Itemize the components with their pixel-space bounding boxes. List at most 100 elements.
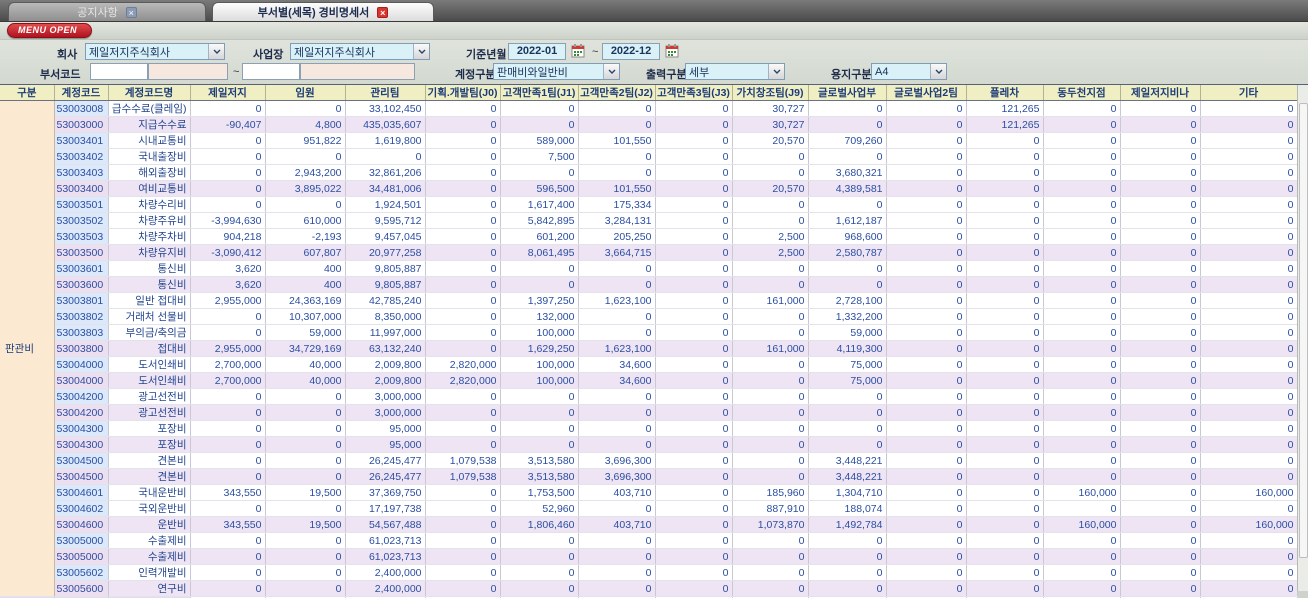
cell[interactable]: 161,000	[732, 340, 809, 357]
cell[interactable]: 160,000	[1200, 516, 1298, 533]
table-row[interactable]: 53005000 수출제비 0 0 61,023,713 0 0 0 0 0 0 0 0 0 0 0	[0, 548, 1298, 565]
cell[interactable]: 0	[190, 452, 266, 469]
cell[interactable]: 100,000	[500, 324, 579, 341]
cell[interactable]: 1,924,501	[345, 196, 426, 213]
cell[interactable]: 2,820,000	[425, 356, 501, 373]
cell[interactable]: 0	[265, 564, 346, 581]
cell[interactable]: 0	[1043, 196, 1121, 213]
cell[interactable]: 0	[886, 420, 967, 437]
cell[interactable]: 40,000	[265, 372, 346, 389]
cell[interactable]: 여비교통비	[108, 180, 191, 197]
cell[interactable]: 53003500	[54, 244, 109, 261]
cell[interactable]: 0	[966, 340, 1044, 357]
cell[interactable]: 9,457,045	[345, 228, 426, 245]
cell[interactable]: 53003008	[54, 100, 109, 117]
cell[interactable]: 53003502	[54, 212, 109, 229]
cell[interactable]: 42,785,240	[345, 292, 426, 309]
cell[interactable]: 34,600	[578, 372, 656, 389]
cell[interactable]: 0	[886, 340, 967, 357]
cell[interactable]: 0	[655, 340, 733, 357]
cell[interactable]: 607,807	[265, 244, 346, 261]
cell[interactable]: 광고선전비	[108, 404, 191, 421]
cell[interactable]: 0	[425, 580, 501, 597]
cell[interactable]: 수출제비	[108, 548, 191, 565]
cell[interactable]: 0	[425, 548, 501, 565]
cell[interactable]: 0	[1043, 276, 1121, 293]
cell[interactable]: 4,119,300	[808, 340, 887, 357]
cell[interactable]: 0	[1043, 132, 1121, 149]
cell[interactable]: 0	[190, 132, 266, 149]
table-row[interactable]: 53004200 광고선전비 0 0 3,000,000 0 0 0 0 0 0 0 0 0 0 0	[0, 404, 1298, 421]
cell[interactable]: 0	[886, 516, 967, 533]
dept-code-to-input[interactable]	[242, 63, 300, 80]
cell[interactable]: 9,805,887	[345, 276, 426, 293]
cell[interactable]: 904,218	[190, 228, 266, 245]
cell[interactable]: 8,350,000	[345, 308, 426, 325]
cell[interactable]: 0	[190, 404, 266, 421]
cell[interactable]: 0	[966, 196, 1044, 213]
cell[interactable]: 0	[655, 372, 733, 389]
cell[interactable]: 0	[966, 212, 1044, 229]
cell[interactable]: 0	[886, 580, 967, 597]
cell[interactable]: 0	[1200, 436, 1298, 453]
cell[interactable]: 0	[1043, 292, 1121, 309]
cell[interactable]: 2,400,000	[345, 564, 426, 581]
cell[interactable]: 0	[655, 292, 733, 309]
cell[interactable]: 0	[578, 564, 656, 581]
cell[interactable]: 0	[425, 308, 501, 325]
cell[interactable]: 0	[732, 420, 809, 437]
cell[interactable]: 0	[1120, 148, 1201, 165]
period-from-input[interactable]: 2022-01	[508, 43, 566, 60]
cell[interactable]: 4,389,581	[808, 180, 887, 197]
cell[interactable]: 0	[808, 436, 887, 453]
cell[interactable]: 53005600	[54, 580, 109, 597]
cell[interactable]: 0	[1043, 388, 1121, 405]
cell[interactable]: 0	[1200, 100, 1298, 117]
cell[interactable]: 0	[886, 532, 967, 549]
table-row[interactable]: 53003400 여비교통비 0 3,895,022 34,481,006 0 596,50…	[0, 180, 1298, 197]
cell[interactable]: 0	[1120, 420, 1201, 437]
cell[interactable]: 0	[808, 420, 887, 437]
cell[interactable]: 0	[966, 516, 1044, 533]
cell[interactable]: 0	[886, 452, 967, 469]
dept-name-to-field[interactable]	[300, 63, 415, 80]
cell[interactable]: 0	[425, 276, 501, 293]
table-row[interactable]: 53003502 차량주유비 -3,994,630 610,000 9,595,712 0…	[0, 212, 1298, 229]
company-select[interactable]: 제일저지주식회사	[85, 43, 225, 60]
cell[interactable]: 0	[345, 148, 426, 165]
cell[interactable]: 61,023,713	[345, 532, 426, 549]
cell[interactable]: 0	[655, 356, 733, 373]
cell[interactable]: 400	[265, 276, 346, 293]
cell[interactable]: 0	[1043, 308, 1121, 325]
cell[interactable]: 75,000	[808, 372, 887, 389]
cell[interactable]: 부의금/축의금	[108, 324, 191, 341]
cell[interactable]: 0	[1120, 212, 1201, 229]
cell[interactable]: 601,200	[500, 228, 579, 245]
cell[interactable]: 2,500	[732, 244, 809, 261]
cell[interactable]: 19,500	[265, 516, 346, 533]
cell[interactable]: 0	[732, 564, 809, 581]
cell[interactable]: 거래처 선물비	[108, 308, 191, 325]
cell[interactable]: 0	[190, 196, 266, 213]
cell[interactable]: 견본비	[108, 468, 191, 485]
cell[interactable]: 0	[655, 148, 733, 165]
cell[interactable]: 연구비	[108, 580, 191, 597]
paper-type-select[interactable]: A4	[871, 63, 947, 80]
cell[interactable]: 견본비	[108, 452, 191, 469]
cell[interactable]: 0	[1200, 452, 1298, 469]
cell[interactable]: 53004200	[54, 404, 109, 421]
cell[interactable]: 0	[265, 388, 346, 405]
cell[interactable]: 0	[1200, 196, 1298, 213]
table-row[interactable]: 판관비 53003008 급수수료(클레임) 0 0 33,102,450 0 0 0 0 30,7…	[0, 100, 1298, 597]
cell[interactable]: 0	[732, 308, 809, 325]
cell[interactable]: 0	[425, 116, 501, 133]
cell[interactable]: 53005000	[54, 532, 109, 549]
cell[interactable]: 0	[425, 164, 501, 181]
table-row[interactable]: 53004500 견본비 0 0 26,245,477 1,079,538 3,513,58…	[0, 468, 1298, 485]
cell[interactable]: 53004300	[54, 420, 109, 437]
cell[interactable]: 0	[1120, 580, 1201, 597]
cell[interactable]: 0	[1120, 260, 1201, 277]
cell[interactable]: 20,977,258	[345, 244, 426, 261]
cell[interactable]: 951,822	[265, 132, 346, 149]
cell[interactable]: 0	[500, 532, 579, 549]
